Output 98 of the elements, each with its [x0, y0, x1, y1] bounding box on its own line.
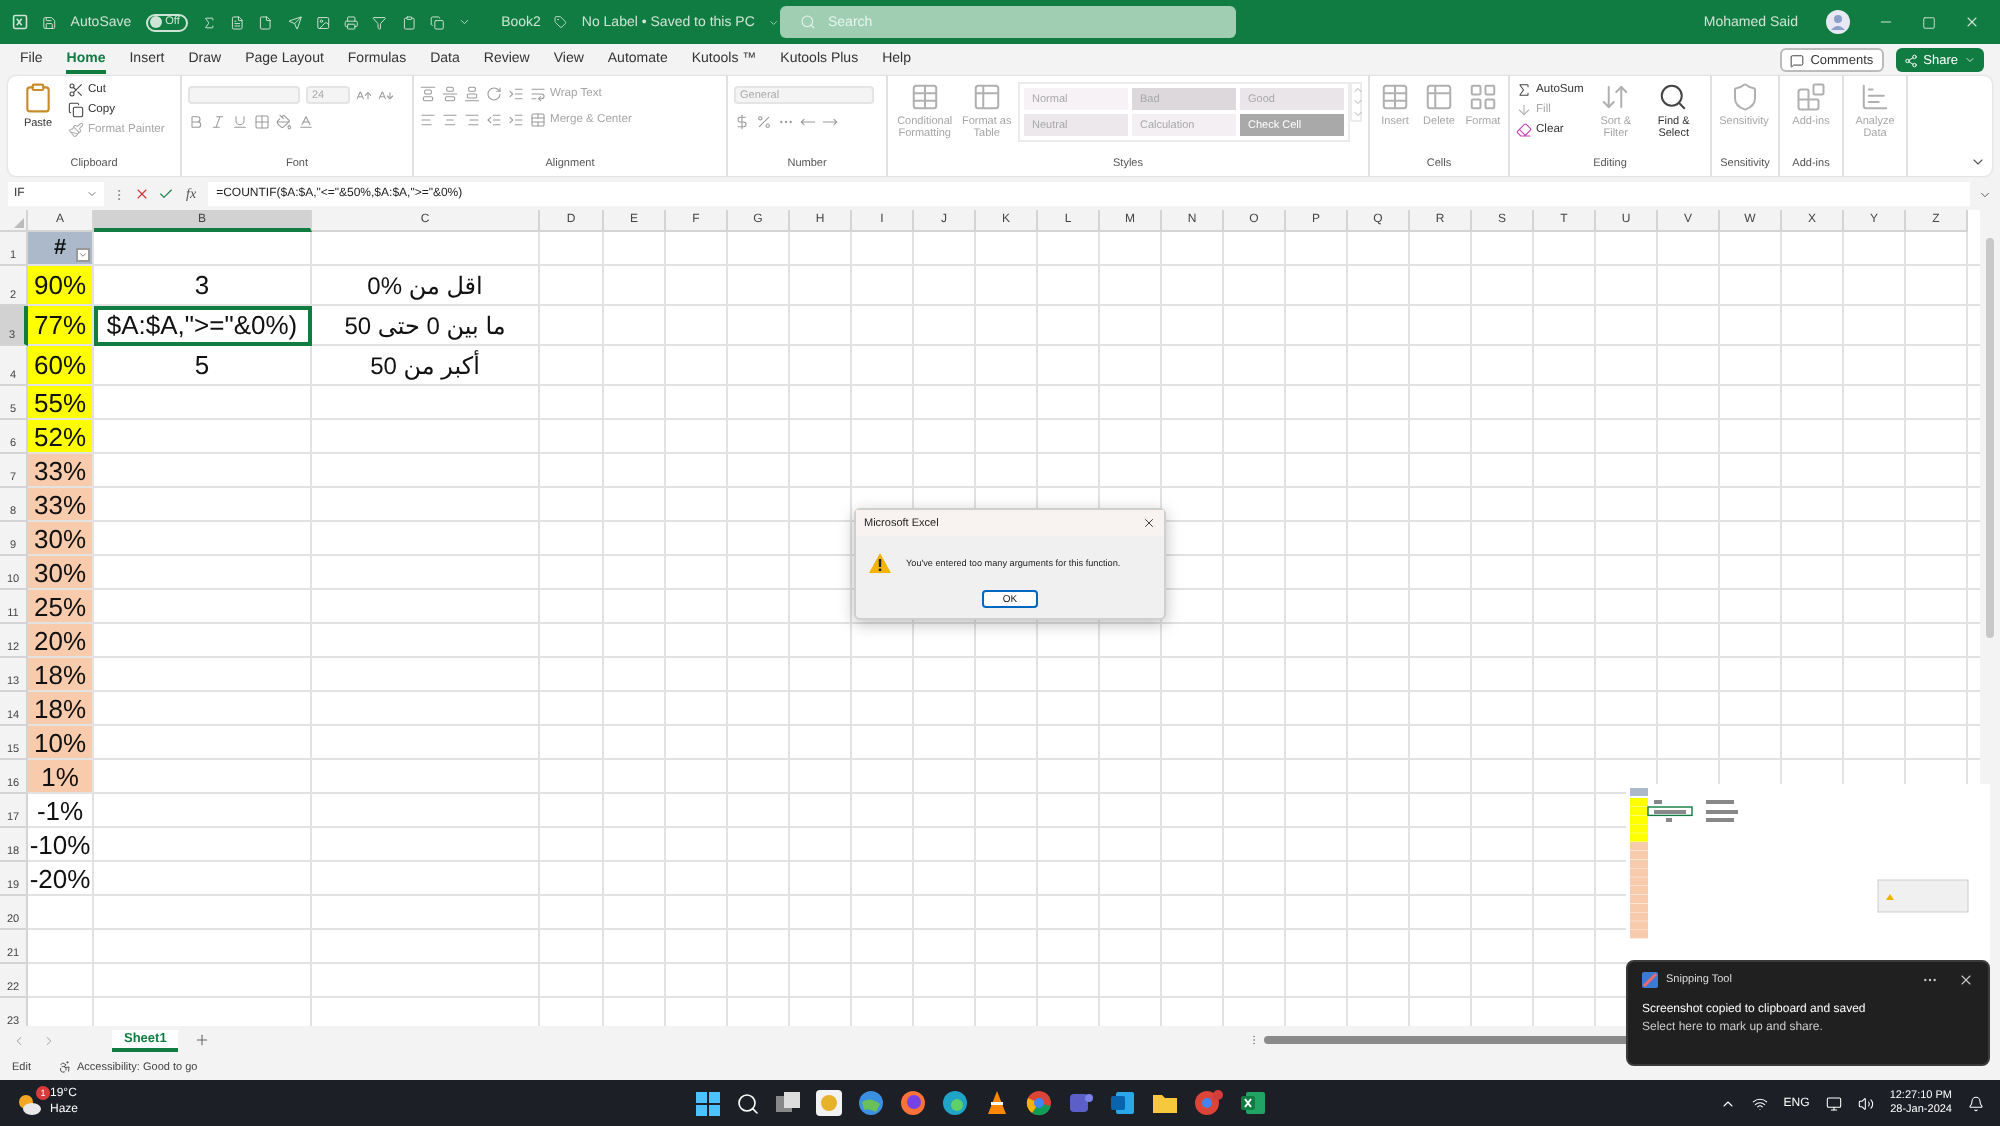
increase-indent-icon[interactable]	[508, 112, 524, 128]
restore-icon[interactable]	[1922, 15, 1936, 29]
table-cell: 30%	[28, 522, 94, 556]
printer-icon[interactable]	[344, 13, 359, 31]
more-styles-icon[interactable]	[1352, 108, 1364, 120]
sun-cloud-icon[interactable]	[16, 1091, 42, 1115]
table-cell: 1%	[28, 760, 94, 794]
fill-color-icon[interactable]	[276, 114, 292, 130]
table-cell: 33%	[28, 488, 94, 522]
table-cell: 55%	[28, 386, 94, 420]
sum-icon[interactable]	[1516, 82, 1532, 98]
scissors-icon[interactable]	[68, 82, 84, 98]
task-view-icon[interactable]	[776, 1091, 800, 1115]
network-icon[interactable]	[1751, 1095, 1768, 1111]
globe-icon[interactable]	[858, 1090, 884, 1116]
traffic-cone-icon[interactable]	[984, 1090, 1010, 1116]
header-cell: #	[28, 232, 94, 266]
table-cell: 77%	[28, 306, 94, 346]
shrink-font-icon[interactable]	[378, 87, 394, 103]
enter-icon[interactable]	[158, 186, 174, 202]
accessibility-icon[interactable]	[58, 1060, 73, 1074]
browser-icon[interactable]	[1194, 1090, 1224, 1116]
browser-icon[interactable]	[900, 1090, 926, 1116]
borders-icon[interactable]	[254, 114, 270, 130]
eraser-icon[interactable]	[1516, 122, 1532, 138]
font-color-icon[interactable]	[298, 114, 314, 130]
table-cell: 18%	[28, 692, 94, 726]
table-cell: 30%	[28, 556, 94, 590]
display-icon[interactable]	[1825, 1095, 1842, 1111]
cancel-icon[interactable]	[134, 186, 150, 202]
percent-icon[interactable]	[756, 114, 772, 130]
next-sheet-icon[interactable]	[42, 1033, 56, 1047]
underline-icon[interactable]	[232, 114, 248, 130]
mail-app-icon[interactable]	[1110, 1090, 1136, 1116]
triangle-icon	[14, 218, 24, 228]
copy-icon[interactable]	[68, 102, 84, 118]
table-cell: 18%	[28, 658, 94, 692]
search-icon[interactable]	[736, 1091, 760, 1115]
clipboard-icon[interactable]	[401, 13, 416, 31]
windows-start-icon[interactable]	[696, 1091, 720, 1115]
table-cell: 90%	[28, 266, 94, 306]
orientation-icon[interactable]	[486, 86, 502, 102]
chevron-down-icon[interactable]	[768, 15, 781, 29]
table-cell: 33%	[28, 454, 94, 488]
scroll-down-icon[interactable]	[1352, 96, 1364, 108]
currency-icon[interactable]	[734, 114, 750, 130]
screenshot-preview-drawing[interactable]	[1626, 784, 1990, 960]
indent-icon[interactable]	[508, 86, 524, 102]
send-icon[interactable]	[287, 13, 302, 31]
snipping-tool-icon	[1642, 972, 1658, 988]
decrease-indent-icon[interactable]	[486, 112, 502, 128]
align-middle-icon[interactable]	[442, 86, 458, 102]
customize-icon[interactable]	[458, 14, 472, 30]
paste-icon[interactable]	[22, 82, 54, 114]
browser-icon[interactable]	[1026, 1090, 1052, 1116]
excel-logo-icon	[12, 12, 29, 32]
table-cell: $A:$A,">="&0%)	[94, 306, 312, 346]
browser-icon[interactable]	[942, 1090, 968, 1116]
table-cell: 20%	[28, 624, 94, 658]
select-all-button[interactable]	[0, 210, 28, 232]
label-icon[interactable]	[554, 14, 568, 30]
avatar-icon[interactable]	[1826, 10, 1850, 34]
spreadsheet-app-icon[interactable]	[1240, 1090, 1266, 1116]
italic-icon[interactable]	[210, 114, 226, 130]
save-icon[interactable]	[42, 13, 57, 31]
add-sheet-icon[interactable]	[194, 1032, 211, 1048]
expand-formula-icon[interactable]	[1978, 187, 1992, 201]
table-cell: 60%	[28, 346, 94, 386]
align-bottom-icon[interactable]	[464, 86, 480, 102]
comment-icon[interactable]	[1790, 53, 1805, 67]
font-name-field[interactable]	[188, 86, 300, 104]
scroll-up-icon[interactable]	[1352, 84, 1364, 96]
align-top-icon[interactable]	[420, 86, 436, 102]
align-left-icon[interactable]	[420, 112, 436, 128]
bell-icon[interactable]	[1968, 1095, 1984, 1111]
previous-sheet-icon[interactable]	[12, 1033, 26, 1047]
collapse-ribbon-icon[interactable]	[1970, 154, 1986, 170]
warning-icon	[868, 552, 892, 574]
bold-icon[interactable]	[188, 114, 204, 130]
gallery-icon[interactable]	[816, 1090, 842, 1116]
table-cell: 10%	[28, 726, 94, 760]
folder-icon[interactable]	[1152, 1090, 1178, 1116]
image-icon[interactable]	[315, 13, 331, 31]
volume-icon[interactable]	[1857, 1095, 1874, 1111]
share-icon[interactable]	[1903, 53, 1918, 67]
close-icon[interactable]	[1142, 516, 1156, 530]
search-icon[interactable]	[1658, 82, 1689, 112]
table-cell: 25%	[28, 590, 94, 624]
chat-app-icon[interactable]	[1068, 1090, 1094, 1116]
table-cell: 52%	[28, 420, 94, 454]
caret-icon[interactable]	[86, 188, 98, 200]
grow-font-icon[interactable]	[356, 87, 372, 103]
align-center-icon[interactable]	[442, 112, 458, 128]
caret-icon[interactable]	[1964, 54, 1976, 66]
document-icon[interactable]	[230, 13, 245, 31]
filter-icon[interactable]	[372, 13, 388, 31]
new-file-icon[interactable]	[258, 13, 274, 31]
align-right-icon[interactable]	[464, 112, 480, 128]
